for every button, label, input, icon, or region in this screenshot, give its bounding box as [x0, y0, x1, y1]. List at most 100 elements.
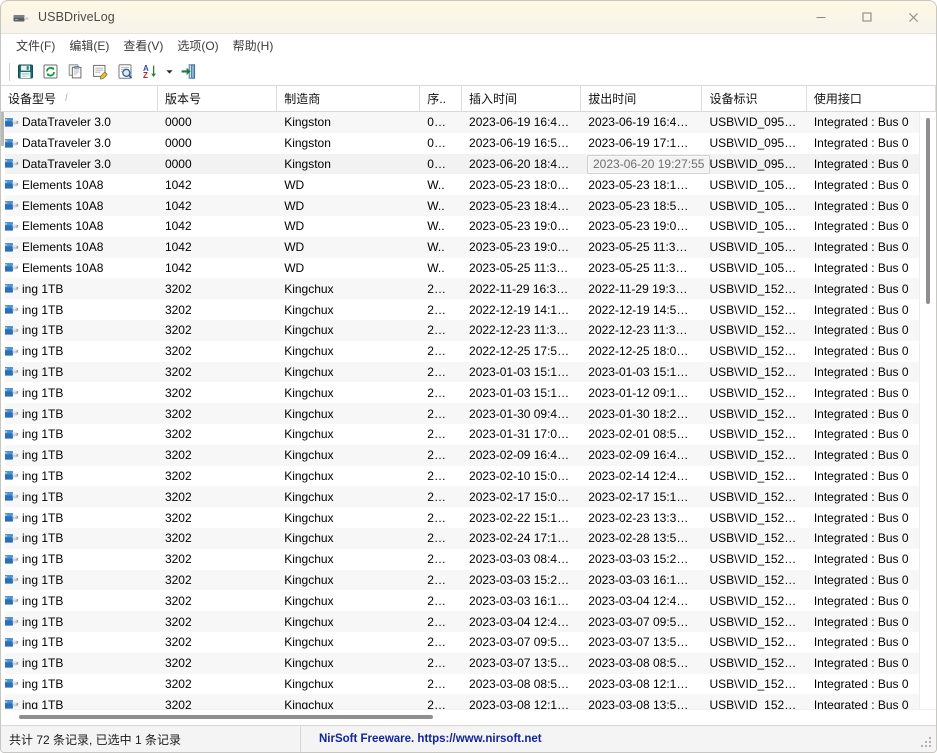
table-row[interactable]: ing 1TB3202Kingchux2…2023-01-31 17:0…202… [1, 424, 936, 445]
table-row[interactable]: ing 1TB3202Kingchux2…2022-12-19 14:1…202… [1, 299, 936, 320]
table-row[interactable]: ing 1TB3202Kingchux2…2023-02-17 15:0…202… [1, 486, 936, 507]
table-row[interactable]: ing 1TB3202Kingchux2…2023-01-30 09:4…202… [1, 403, 936, 424]
table-row[interactable]: ing 1TB3202Kingchux2…2023-01-03 15:1…202… [1, 362, 936, 383]
cell-unplug_time: 2023-03-07 09:5… [581, 611, 702, 632]
usb-device-icon [3, 365, 20, 378]
save-button[interactable] [13, 60, 38, 83]
table-row[interactable]: Elements 10A81042WDW..2023-05-23 18:0…20… [1, 174, 936, 195]
table-row[interactable]: ing 1TB3202Kingchux2…2023-02-24 17:1…202… [1, 528, 936, 549]
column-header-serial[interactable]: 序.. [420, 86, 462, 111]
cell-serial: 2… [420, 632, 462, 653]
cell-text: ing 1TB [22, 344, 63, 358]
find-button[interactable] [113, 60, 138, 83]
cell-vendor: Kingchux [277, 486, 420, 507]
resize-grip[interactable] [921, 737, 933, 749]
cell-text: ing 1TB [22, 490, 63, 504]
cell-device_id: USB\VID_105… [702, 174, 806, 195]
menu-item-help[interactable]: 帮助(H) [226, 35, 281, 56]
table-row[interactable]: Elements 10A81042WDW..2023-05-23 19:0…20… [1, 237, 936, 258]
cell-plug_time: 2023-02-22 15:1… [462, 507, 581, 528]
find-icon [117, 63, 134, 80]
table-row[interactable]: DataTraveler 3.00000Kingston0…2023-06-19… [1, 133, 936, 154]
table-row[interactable]: ing 1TB3202Kingchux2…2023-02-22 15:1…202… [1, 507, 936, 528]
toolbar-separator [9, 63, 10, 81]
table-row[interactable]: ing 1TB3202Kingchux2…2023-03-08 12:1…202… [1, 694, 936, 709]
device-log-listview: 设备型号/版本号制造商序..插入时间拔出时间设备标识使用接口 DataTrave… [1, 86, 936, 725]
cell-serial: 2… [420, 424, 462, 445]
cell-revision: 3202 [158, 445, 277, 466]
cell-plug_time: 2023-05-23 19:0… [462, 237, 581, 258]
table-row[interactable]: DataTraveler 3.00000Kingston0…2023-06-20… [1, 154, 936, 175]
column-header-vendor[interactable]: 制造商 [277, 86, 420, 111]
table-row[interactable]: ing 1TB3202Kingchux2…2023-03-03 16:1…202… [1, 590, 936, 611]
nirsoft-credit-link[interactable]: NirSoft Freeware. https://www.nirsoft.ne… [301, 726, 936, 752]
column-header-plug_time[interactable]: 插入时间 [462, 86, 581, 111]
cell-model: ing 1TB [1, 299, 158, 320]
table-row[interactable]: ing 1TB3202Kingchux2…2023-03-03 15:2…202… [1, 570, 936, 591]
vertical-scrollbar[interactable] [919, 112, 936, 709]
minimize-button[interactable] [798, 1, 844, 33]
table-row[interactable]: ing 1TB3202Kingchux2…2022-12-23 11:3…202… [1, 320, 936, 341]
menu-item-file[interactable]: 文件(F) [9, 35, 62, 56]
cell-unplug_time: 2023-02-28 13:5… [581, 528, 702, 549]
sort-dropdown-button[interactable] [163, 60, 176, 83]
focus-indicator [1, 112, 4, 146]
table-row[interactable]: ing 1TB3202Kingchux2…2023-01-03 15:1…202… [1, 382, 936, 403]
cell-text: ing 1TB [22, 615, 63, 629]
cell-device_id: USB\VID_095… [702, 112, 806, 133]
menu-item-edit[interactable]: 编辑(E) [62, 35, 116, 56]
horizontal-scrollbar-thumb[interactable] [19, 715, 433, 719]
listview-body[interactable]: DataTraveler 3.00000Kingston0…2023-06-19… [1, 112, 936, 709]
table-row[interactable]: Elements 10A81042WDW..2023-05-23 19:0…20… [1, 216, 936, 237]
column-header-device_id[interactable]: 设备标识 [702, 86, 806, 111]
cell-interface: Integrated : Bus 0 [807, 570, 936, 591]
column-header-interface[interactable]: 使用接口 [807, 86, 936, 111]
cell-revision: 1042 [158, 174, 277, 195]
cell-serial: 2… [420, 611, 462, 632]
cell-device_id: USB\VID_152… [702, 528, 806, 549]
table-row[interactable]: ing 1TB3202Kingchux2…2023-02-09 16:4…202… [1, 445, 936, 466]
table-row[interactable]: DataTraveler 3.00000Kingston0…2023-06-19… [1, 112, 936, 133]
cell-revision: 0000 [158, 154, 277, 175]
table-row[interactable]: ing 1TB3202Kingchux2…2023-03-03 08:4…202… [1, 549, 936, 570]
table-row[interactable]: ing 1TB3202Kingchux2…2022-12-25 17:5…202… [1, 341, 936, 362]
cell-unplug_time: 2023-02-23 13:3… [581, 507, 702, 528]
exit-button[interactable] [176, 60, 201, 83]
cell-interface: Integrated : Bus 0 [807, 632, 936, 653]
close-button[interactable] [890, 1, 936, 33]
window-title: USBDriveLog [38, 10, 115, 24]
properties-button[interactable] [88, 60, 113, 83]
table-row[interactable]: ing 1TB3202Kingchux2…2023-03-04 12:4…202… [1, 611, 936, 632]
menu-item-view[interactable]: 查看(V) [116, 35, 170, 56]
table-row[interactable]: ing 1TB3202Kingchux2…2023-02-10 15:0…202… [1, 466, 936, 487]
table-row[interactable]: ing 1TB3202Kingchux2…2023-03-08 08:5…202… [1, 674, 936, 695]
table-row[interactable]: Elements 10A81042WDW..2023-05-25 11:3…20… [1, 258, 936, 279]
sort-button[interactable]: A Z [138, 60, 163, 83]
cell-revision: 3202 [158, 674, 277, 695]
cell-revision: 3202 [158, 424, 277, 445]
horizontal-scrollbar[interactable] [1, 709, 936, 725]
table-row[interactable]: ing 1TB3202Kingchux2…2023-03-07 09:5…202… [1, 632, 936, 653]
table-row[interactable]: ing 1TB3202Kingchux2…2023-03-07 13:5…202… [1, 653, 936, 674]
cell-plug_time: 2023-03-03 16:1… [462, 590, 581, 611]
cell-unplug_time: 2023-05-23 19:0… [581, 216, 702, 237]
maximize-button[interactable] [844, 1, 890, 33]
copy-icon [67, 63, 84, 80]
refresh-button[interactable] [38, 60, 63, 83]
cell-revision: 3202 [158, 694, 277, 709]
column-header-revision[interactable]: 版本号 [158, 86, 277, 111]
table-row[interactable]: ing 1TB3202Kingchux2…2022-11-29 16:3…202… [1, 278, 936, 299]
cell-model: DataTraveler 3.0 [1, 154, 158, 175]
copy-button[interactable] [63, 60, 88, 83]
column-header-unplug_time[interactable]: 拔出时间 [581, 86, 702, 111]
usb-device-icon [3, 386, 20, 399]
vertical-scrollbar-thumb[interactable] [926, 118, 930, 304]
table-row[interactable]: Elements 10A81042WDW..2023-05-23 18:4…20… [1, 195, 936, 216]
cell-revision: 3202 [158, 507, 277, 528]
cell-vendor: Kingston [277, 133, 420, 154]
cell-device_id: USB\VID_105… [702, 258, 806, 279]
cell-model: Elements 10A8 [1, 258, 158, 279]
cell-text: ing 1TB [22, 386, 63, 400]
column-header-model[interactable]: 设备型号/ [1, 86, 158, 111]
menu-item-options[interactable]: 选项(O) [170, 35, 225, 56]
